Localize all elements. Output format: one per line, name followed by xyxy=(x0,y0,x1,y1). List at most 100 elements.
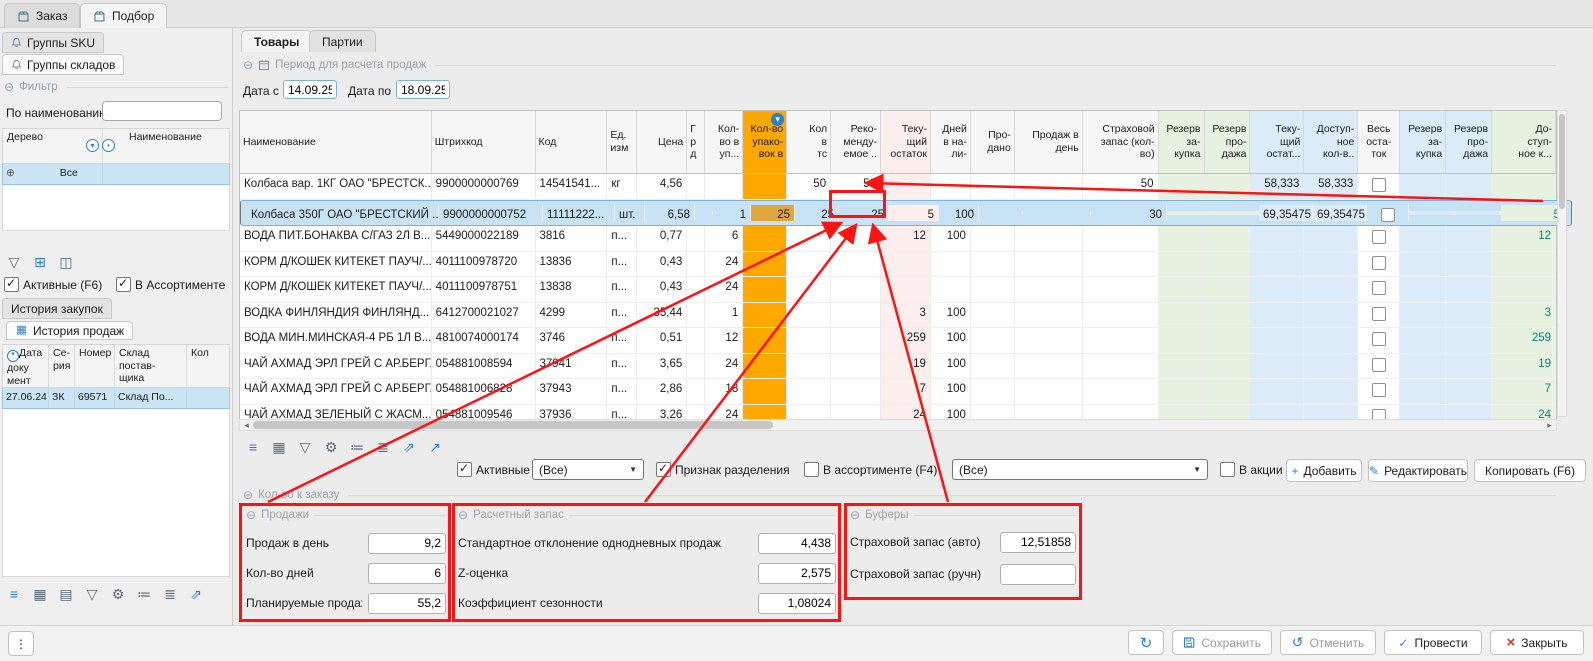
add-button[interactable]: + Добавить xyxy=(1286,459,1362,482)
column-header[interactable]: ▾Дата доку мент xyxy=(3,345,49,387)
sales-per-day-input[interactable] xyxy=(368,533,446,554)
row-checkbox[interactable] xyxy=(1372,230,1386,244)
table-row[interactable]: ЧАЙ АХМАД ЭРЛ ГРЕЙ С АР.БЕРГ...054881008… xyxy=(240,354,1556,380)
table-row[interactable]: ВОДКА ФИНЛЯНДИЯ ФИНЛЯНД...64127000210274… xyxy=(240,303,1556,329)
column-header[interactable]: Номер xyxy=(75,345,115,387)
in-assortment-f4-checkbox[interactable]: В ассортименте (F4) xyxy=(804,462,937,477)
collapse-icon[interactable]: ⊖ xyxy=(246,508,256,522)
collapse-icon[interactable]: ⊖ xyxy=(4,80,14,94)
add-icon[interactable]: ⊞ xyxy=(30,252,50,272)
table-row[interactable]: КОРМ Д/КОШЕК КИТЕКЕТ ПАУЧ/...40111009787… xyxy=(240,252,1556,278)
scroll-right-icon[interactable]: ▸ xyxy=(1543,420,1556,431)
filter-icon[interactable]: ▽ xyxy=(82,584,102,604)
scrollbar-thumb[interactable] xyxy=(253,421,773,429)
sort-list-icon[interactable]: ≣ xyxy=(160,584,180,604)
stddev-input[interactable] xyxy=(758,533,836,554)
list-view-icon[interactable]: ≡ xyxy=(4,584,24,604)
tab-purchase-history[interactable]: История закупок xyxy=(2,298,112,319)
active-filter-select[interactable]: (Все)▼ xyxy=(532,459,644,480)
sort-circle-icon[interactable]: ▾ xyxy=(86,139,99,152)
column-header[interactable]: Код xyxy=(536,111,608,173)
split-flag-checkbox[interactable]: Признак разделения xyxy=(656,462,790,477)
active-checkbox[interactable]: Активные xyxy=(457,462,530,477)
table-row[interactable]: Колбаса 350Г ОАО "БРЕСТСКИЙ ...990000000… xyxy=(240,200,1572,227)
collapse-icon[interactable]: ⊖ xyxy=(243,58,253,72)
sort-list-icon[interactable]: ≣ xyxy=(373,437,393,457)
tab-batches[interactable]: Партии xyxy=(309,30,376,52)
close-button[interactable]: × Закрыть xyxy=(1490,630,1584,655)
copy-icon[interactable]: ◫ xyxy=(56,252,76,272)
copy-button[interactable]: Копировать (F6) xyxy=(1474,459,1586,482)
grid-view-icon[interactable]: ▦ xyxy=(269,437,289,457)
grid-view-icon[interactable]: ▦ xyxy=(30,584,50,604)
column-header[interactable]: Склад постав- щика xyxy=(115,345,187,387)
planned-sales-input[interactable] xyxy=(368,593,446,614)
column-header[interactable]: Цена xyxy=(637,111,687,173)
column-header[interactable]: Наименование xyxy=(103,129,229,163)
row-checkbox[interactable] xyxy=(1372,178,1386,192)
column-header[interactable]: Кол xyxy=(187,345,229,387)
save-button[interactable]: Сохранить xyxy=(1172,630,1272,655)
column-header[interactable]: Штрихкод xyxy=(432,111,536,173)
column-header[interactable]: До- ступ- ное к... xyxy=(1492,111,1556,173)
days-count-input[interactable] xyxy=(368,563,446,584)
row-checkbox[interactable] xyxy=(1372,281,1386,295)
column-header[interactable]: Страховой запас (кол- во) xyxy=(1083,111,1159,173)
assortment-filter-select[interactable]: (Все)▼ xyxy=(952,459,1208,480)
expand-icon[interactable]: ⊕ xyxy=(6,167,15,179)
column-header[interactable]: Резерв за- купка xyxy=(1159,111,1205,173)
tab-warehouse-groups[interactable]: Группы складов xyxy=(2,54,124,75)
numbered-list-icon[interactable]: ≔ xyxy=(347,437,367,457)
tab-sku-groups[interactable]: Группы SKU xyxy=(2,32,104,53)
filter-icon[interactable]: ▽ xyxy=(4,252,24,272)
table-row[interactable]: Колбаса вар. 1КГ ОАО "БРЕСТСК...99000000… xyxy=(240,174,1556,200)
row-checkbox[interactable] xyxy=(1372,383,1386,397)
filter-icon[interactable]: ▽ xyxy=(295,437,315,457)
cancel-button[interactable]: ↺ Отменить xyxy=(1280,630,1376,655)
docs-table-row[interactable]: 27.06.24 ЗК 69571 Склад По... xyxy=(2,388,230,409)
row-checkbox[interactable] xyxy=(1372,332,1386,346)
vertical-scrollbar[interactable] xyxy=(1557,110,1567,417)
column-header[interactable]: Теку- щий остат... xyxy=(1250,111,1304,173)
tree-row-all[interactable]: ⊕ Все xyxy=(2,164,230,185)
column-header[interactable]: Г р д xyxy=(687,111,705,173)
column-header[interactable]: Про- дано xyxy=(971,111,1015,173)
row-checkbox[interactable] xyxy=(1381,208,1395,222)
column-header[interactable]: Наименование xyxy=(240,111,432,173)
row-checkbox[interactable] xyxy=(1372,307,1386,321)
column-header[interactable]: Кол- во в уп... xyxy=(705,111,743,173)
safety-manual-input[interactable] xyxy=(1000,564,1076,585)
safety-auto-input[interactable] xyxy=(1000,532,1076,553)
collapse-icon[interactable]: ⊖ xyxy=(458,508,468,522)
tab-goods[interactable]: Товары xyxy=(241,30,312,52)
post-button[interactable]: ✓ Провести xyxy=(1384,630,1482,655)
export-icon[interactable]: ⇗ xyxy=(399,437,419,457)
horizontal-scrollbar[interactable]: ◂ ▸ xyxy=(239,419,1557,431)
column-header[interactable]: Резерв про- дажа xyxy=(1446,111,1492,173)
column-header[interactable]: Теку- щий остаток xyxy=(881,111,931,173)
table-row[interactable]: КОРМ Д/КОШЕК КИТЕКЕТ ПАУЧ/...40111009787… xyxy=(240,277,1556,303)
table-row[interactable]: ВОДА ПИТ.БОНАКВА С/ГАЗ 2Л В...5449000022… xyxy=(240,226,1556,252)
date-to-input[interactable] xyxy=(396,80,450,99)
column-header[interactable]: Ед. изм xyxy=(607,111,637,173)
row-checkbox[interactable] xyxy=(1372,256,1386,270)
settings-icon[interactable]: ⚙ xyxy=(321,437,341,457)
table-row[interactable]: ВОДА МИН.МИНСКАЯ-4 РБ 1Л В...48100740001… xyxy=(240,328,1556,354)
open-window-icon[interactable]: ↗ xyxy=(425,437,445,457)
table-row[interactable]: ЧАЙ АХМАД ЭРЛ ГРЕЙ С АР.БЕРГ...054881006… xyxy=(240,379,1556,405)
row-checkbox[interactable] xyxy=(1372,358,1386,372)
in-assortment-checkbox[interactable]: В Ассортименте xyxy=(116,277,225,292)
name-filter-input[interactable] xyxy=(102,101,222,121)
active-f6-checkbox[interactable]: Активные (F6) xyxy=(4,277,102,292)
tab-selection[interactable]: Подбор xyxy=(80,3,167,28)
menu-button[interactable]: ⋮ xyxy=(8,631,34,656)
column-header[interactable]: Резерв про- дажа xyxy=(1205,111,1251,173)
list-view-icon[interactable]: ≡ xyxy=(243,437,263,457)
column-header[interactable]: Се- рия xyxy=(49,345,75,387)
promo-checkbox[interactable]: В акции xyxy=(1220,462,1283,477)
column-header[interactable]: Продаж в день xyxy=(1015,111,1083,173)
column-header[interactable]: Кол-во упако- вок в▼ xyxy=(743,111,787,173)
refresh-button[interactable]: ↻ xyxy=(1128,630,1164,655)
tab-sales-history[interactable]: ▦ История продаж xyxy=(6,321,133,340)
edit-button[interactable]: ✎ Редактировать xyxy=(1368,459,1468,482)
